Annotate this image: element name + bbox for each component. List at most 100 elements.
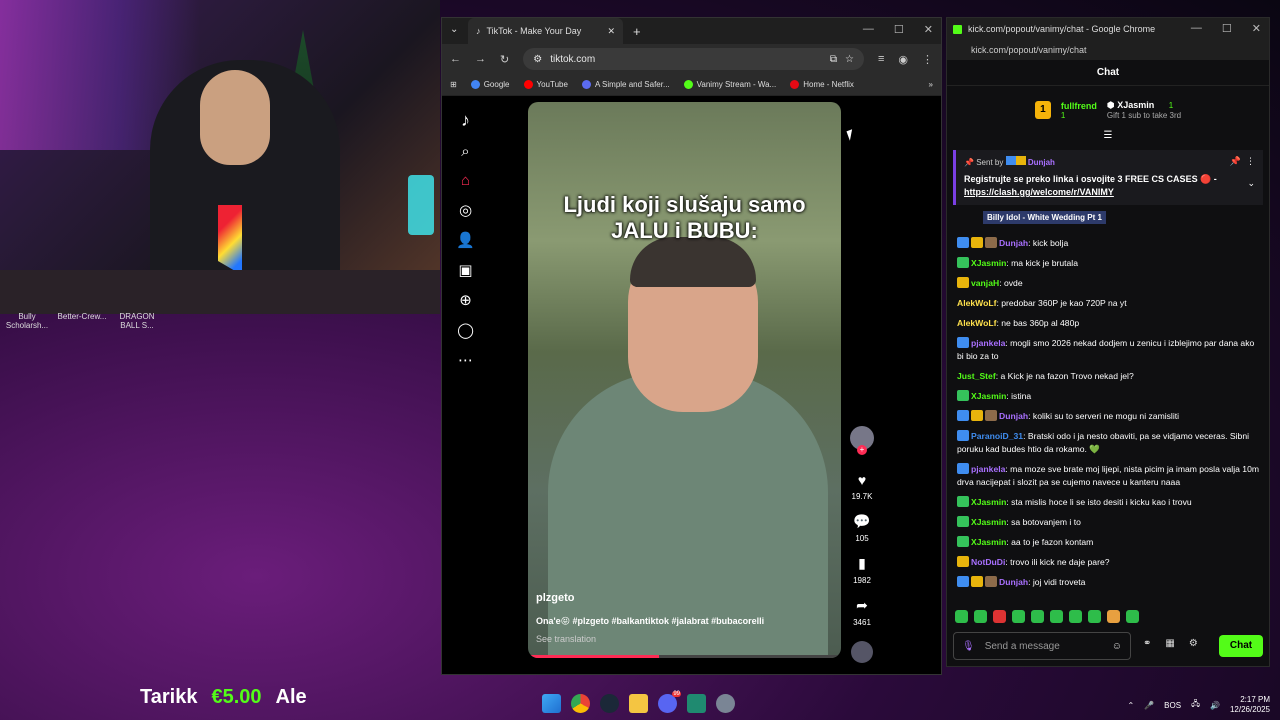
forward-icon[interactable]: → [475,53,486,65]
filter-icon[interactable]: ☰ [947,130,1269,144]
upload-icon[interactable]: ⊕ [459,291,472,309]
reload-icon[interactable]: ↻ [500,53,509,66]
tab-search-icon[interactable]: ⌄ [450,24,458,35]
heart-icon[interactable]: ♥ [858,472,866,488]
video-progress-bar[interactable] [528,655,841,658]
file-explorer-icon[interactable] [629,694,648,713]
microphone-icon[interactable]: 🎤 [1144,701,1154,710]
send-chat-button[interactable]: Chat [1219,635,1263,657]
media-icon[interactable]: ≡ [878,53,884,65]
chat-username[interactable]: ParanoiD_31 [971,431,1023,441]
back-icon[interactable]: ← [450,53,461,65]
gift-prompt[interactable]: Gift 1 sub to take 3rd [1107,111,1181,120]
live-icon[interactable]: ▣ [458,261,472,279]
bookmark-vanimy[interactable]: Vanimy Stream - Wa... [683,80,776,89]
settings-icon[interactable] [716,694,735,713]
points-icon[interactable]: ⚭ [1143,638,1151,649]
minimize-icon[interactable]: — [863,23,874,36]
emote-icon[interactable] [1088,610,1101,623]
follow-plus-icon[interactable]: + [857,445,867,455]
bookmark-youtube[interactable]: YouTube [523,80,568,89]
chat-username[interactable]: Dunjah [999,238,1028,248]
maximize-icon[interactable]: ☐ [894,23,904,36]
language-indicator[interactable]: BOS [1164,701,1181,710]
profile-icon[interactable]: ◉ [898,53,908,66]
close-window-icon[interactable]: ✕ [924,23,933,36]
share-icon[interactable]: ➦ [856,597,868,614]
bookmark-icon[interactable]: ▮ [858,555,866,572]
pinned-link[interactable]: https://clash.gg/welcome/r/VANIMY [964,187,1114,197]
gift-box-icon[interactable]: ▦ [1165,638,1174,649]
tiktok-logo-icon[interactable]: ♪ [461,110,470,131]
leader-first-name[interactable]: fullfrend [1061,101,1097,111]
chat-username[interactable]: NotDuDi [971,557,1005,567]
profile-icon[interactable]: ◯ [457,321,474,339]
bookmark-google[interactable]: Google [470,80,510,89]
steam-icon[interactable] [600,694,619,713]
search-icon[interactable]: ⌕ [461,143,469,160]
bookmark-netflix[interactable]: Home - Netflix [790,80,854,89]
explore-icon[interactable]: ◎ [459,201,472,219]
mic-icon[interactable]: 🎙 [962,641,975,652]
bookmark-star-icon[interactable]: ☆ [845,54,854,65]
chat-username[interactable]: XJasmin [971,391,1006,401]
chat-username[interactable]: XJasmin [971,258,1006,268]
install-icon[interactable]: ⧉ [830,54,837,65]
video-player[interactable]: Ljudi koji slušaju samo JALU i BUBU: plz… [528,102,841,658]
discord-icon[interactable] [658,691,681,713]
chat-username[interactable]: XJasmin [971,517,1006,527]
pin-icon[interactable]: 📌 [1230,156,1241,167]
chat-username[interactable]: AlekWoLf [957,298,996,308]
emote-icon[interactable] [993,610,1006,623]
video-username[interactable]: plzgeto [536,592,575,604]
url-field[interactable]: ⚙ tiktok.com ⧉ ☆ [523,48,864,70]
network-icon[interactable]: 🖧 [1191,698,1200,712]
chat-username[interactable]: pjankela [971,338,1005,348]
emote-icon[interactable] [1050,610,1063,623]
home-icon[interactable]: ⌂ [461,172,470,189]
chat-username[interactable]: XJasmin [971,537,1006,547]
kick-url-bar[interactable]: kick.com/popout/vanimy/chat [947,40,1269,60]
volume-icon[interactable]: 🔊 [1210,701,1220,710]
following-icon[interactable]: 👤 [456,231,475,249]
chat-username[interactable]: Just_Stef [957,371,996,381]
chrome-icon[interactable] [571,694,590,713]
menu-icon[interactable]: ⋮ [922,53,933,66]
apps-grid-icon[interactable]: ⊞ [450,80,457,89]
comment-icon[interactable]: 💬 [853,513,870,530]
emote-icon[interactable] [1107,610,1120,623]
close-window-icon[interactable]: ✕ [1252,22,1261,35]
chat-username[interactable]: AlekWoLf [957,318,996,328]
chat-username[interactable]: Dunjah [999,411,1028,421]
emoji-picker-icon[interactable]: ☺ [1112,641,1122,652]
chat-username[interactable]: pjankela [971,464,1005,474]
emote-icon[interactable] [1069,610,1082,623]
emote-icon[interactable] [1126,610,1139,623]
settings-gear-icon[interactable]: ⚙ [1189,638,1198,649]
tab-tiktok[interactable]: ♪ TikTok - Make Your Day ✕ [468,18,623,44]
creator-avatar[interactable]: + [850,426,874,455]
chevron-down-icon[interactable]: ⌄ [1247,178,1255,189]
emote-icon[interactable] [1031,610,1044,623]
tray-chevron-icon[interactable]: ⌃ [1127,701,1134,710]
emote-icon[interactable] [974,610,987,623]
chat-username[interactable]: Dunjah [999,577,1028,587]
new-tab-icon[interactable]: + [633,24,641,39]
chat-input[interactable]: 🎙 Send a message ☺ [953,632,1131,660]
see-translation-link[interactable]: See translation [536,634,596,644]
close-tab-icon[interactable]: ✕ [607,26,615,37]
site-info-icon[interactable]: ⚙ [533,54,542,65]
minimize-icon[interactable]: — [1191,22,1202,35]
maximize-icon[interactable]: ☐ [1222,22,1232,35]
more-icon[interactable]: ⋯ [458,351,473,369]
more-options-icon[interactable]: ⋮ [1246,156,1255,167]
sound-disc-icon[interactable] [851,641,873,663]
windows-start-icon[interactable] [542,694,561,713]
emote-icon[interactable] [1012,610,1025,623]
chat-username[interactable]: XJasmin [971,497,1006,507]
chat-username[interactable]: vanjaH [971,278,999,288]
clock[interactable]: 2:17 PM 12/26/2025 [1230,695,1270,715]
pinned-sender[interactable]: Dunjah [1028,158,1055,167]
bookmark-simple-safer[interactable]: A Simple and Safer... [581,80,670,89]
app-icon[interactable] [687,694,706,713]
